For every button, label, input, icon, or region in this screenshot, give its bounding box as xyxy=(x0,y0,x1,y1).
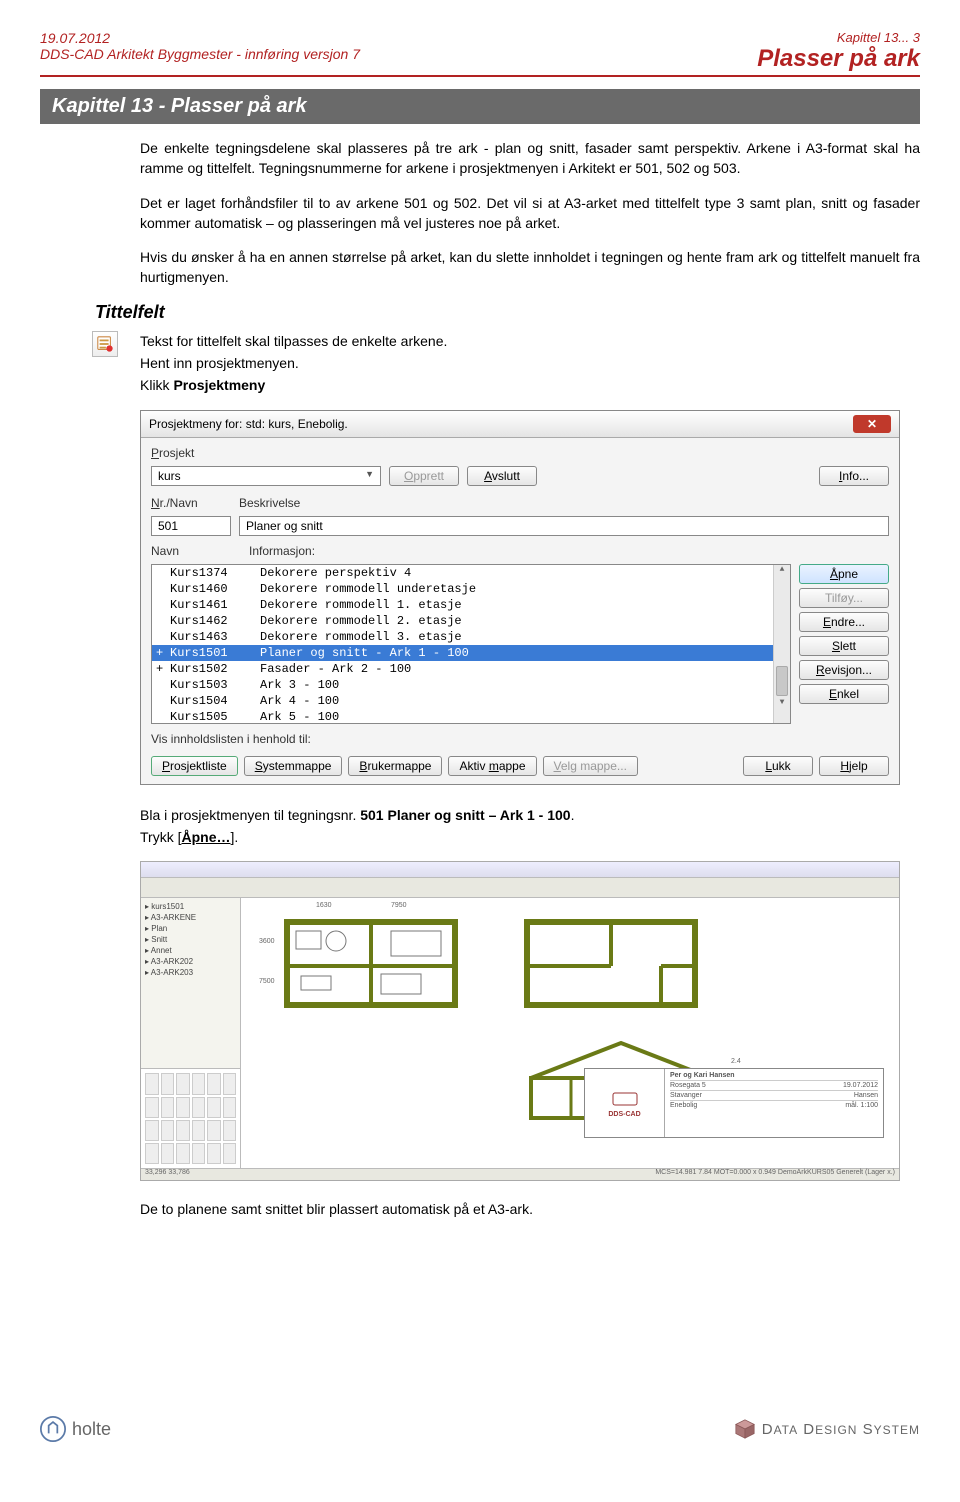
tittelfelt-p1: Tekst for tittelfelt skal tilpasses de e… xyxy=(140,331,920,351)
label-beskrivelse: Beskrivelse xyxy=(239,496,300,510)
after-dialog-p2: Trykk [Åpne…]. xyxy=(140,827,920,847)
tree-item: ▸ A3-ARKENE xyxy=(145,913,236,922)
brukermappe-button[interactable]: Brukermappe xyxy=(348,756,442,776)
dds-logo-icon xyxy=(734,1418,756,1440)
label-navn: Navn xyxy=(151,544,241,558)
list-item[interactable]: +Kurs1502Fasader - Ark 2 - 100 xyxy=(152,661,790,677)
nr-field[interactable]: 501 xyxy=(151,516,231,536)
endre-button[interactable]: Endre... xyxy=(799,612,889,632)
floor-plan-2 xyxy=(521,916,701,1011)
dim-w1: 1630 xyxy=(316,902,332,909)
systemmappe-button[interactable]: Systemmappe xyxy=(244,756,343,776)
tree-item: ▸ kurs1501 xyxy=(145,902,236,911)
list-item[interactable]: Kurs1505Ark 5 - 100 xyxy=(152,709,790,724)
cad-statusbar: 33,296 33,786 MCS=14.981 7.84 MOT=0.000 … xyxy=(141,1168,899,1180)
list-item[interactable]: Kurs1460Dekorere rommodell underetasje xyxy=(152,581,790,597)
close-icon[interactable]: ✕ xyxy=(853,415,891,433)
tree-item: ▸ A3-ARK202 xyxy=(145,957,236,966)
revisjon-button[interactable]: Revisjon... xyxy=(799,660,889,680)
file-listbox[interactable]: Kurs1374Dekorere perspektiv 4Kurs1460Dek… xyxy=(151,564,791,724)
enkel-button[interactable]: Enkel xyxy=(799,684,889,704)
tree-item: ▸ A3-ARK203 xyxy=(145,968,236,977)
list-item[interactable]: Kurs1503Ark 3 - 100 xyxy=(152,677,790,693)
after-dialog-p1: Bla i prosjektmenyen til tegningsnr. 501… xyxy=(140,805,920,825)
label-nr-navn: Nr./Navn xyxy=(151,496,231,510)
apne-button[interactable]: Åpne xyxy=(799,564,889,584)
cad-screenshot: ▸ kurs1501 ▸ A3-ARKENE ▸ Plan ▸ Snitt ▸ Anne… xyxy=(140,861,900,1181)
chevron-down-icon: ▼ xyxy=(365,469,374,483)
list-item[interactable]: Kurs1463Dekorere rommodell 3. etasje xyxy=(152,629,790,645)
header-rule xyxy=(40,75,920,77)
intro-para-3: Hvis du ønsker å ha en annen størrelse p… xyxy=(140,247,920,288)
list-item[interactable]: +Kurs1501Planer og snitt - Ark 1 - 100 xyxy=(152,645,790,661)
scrollbar[interactable]: ▲ ▼ xyxy=(773,565,790,723)
section-heading: Kapittel 13 - Plasser på ark xyxy=(40,89,920,124)
label-prosjekt: Prosjekt xyxy=(151,446,211,460)
slett-button[interactable]: Slett xyxy=(799,636,889,656)
info-button[interactable]: Info... xyxy=(819,466,889,486)
tree-item: ▸ Plan xyxy=(145,924,236,933)
tilfoy-button[interactable]: Tilføy... xyxy=(799,588,889,608)
header-product: DDS-CAD Arkitekt Byggmester - innføring … xyxy=(40,46,360,62)
dialog-title: Prosjektmeny for: std: kurs, Enebolig. xyxy=(149,417,348,431)
cad-titlebar xyxy=(141,862,899,878)
closing-para: De to planene samt snittet blir plassert… xyxy=(140,1199,920,1219)
list-item[interactable]: Kurs1462Dekorere rommodell 2. etasje xyxy=(152,613,790,629)
prosjekt-dropdown[interactable]: kurs▼ xyxy=(151,466,381,486)
header-chapter-ref: Kapittel 13... 3 xyxy=(757,30,920,45)
footer-holte-text: holte xyxy=(72,1419,111,1440)
cad-toolbar xyxy=(141,878,899,898)
tree-item: ▸ Snitt xyxy=(145,935,236,944)
hjelp-button[interactable]: Hjelp xyxy=(819,756,889,776)
dim-w2: 7950 xyxy=(391,902,407,909)
prosjektliste-button[interactable]: Prosjektliste xyxy=(151,756,238,776)
velgmappe-button[interactable]: Velg mappe... xyxy=(543,756,638,776)
intro-para-1: De enkelte tegningsdelene skal plasseres… xyxy=(140,138,920,179)
intro-para-2: Det er laget forhåndsfiler til to av ark… xyxy=(140,193,920,234)
list-item[interactable]: Kurs1461Dekorere rommodell 1. etasje xyxy=(152,597,790,613)
tittelfelt-p2: Hent inn prosjektmenyen. xyxy=(140,353,920,373)
prosjektmeny-icon xyxy=(92,331,118,357)
avslutt-button[interactable]: Avslutt xyxy=(467,466,537,486)
page-title: Plasser på ark xyxy=(757,45,920,73)
dim-section-h1: 2.4 xyxy=(731,1058,741,1065)
cad-palette xyxy=(141,1068,241,1168)
tittelfelt-p3: Klikk Prosjektmeny xyxy=(140,375,920,395)
aktivmappe-button[interactable]: Aktiv mappe xyxy=(448,756,536,776)
holte-logo-icon xyxy=(40,1416,66,1442)
list-item[interactable]: Kurs1374Dekorere perspektiv 4 xyxy=(152,565,790,581)
drawing-titleblock: DDS-CAD Per og Kari Hansen Rosegata 519.… xyxy=(584,1068,884,1138)
dim-h1: 3600 xyxy=(259,938,275,945)
prosjektmeny-dialog: Prosjektmeny for: std: kurs, Enebolig. ✕… xyxy=(140,410,900,785)
footer-dds-text: DATA DESIGN SYSTEM xyxy=(762,1421,920,1438)
lukk-button[interactable]: Lukk xyxy=(743,756,813,776)
opprett-button[interactable]: Opprett xyxy=(389,466,459,486)
header-date: 19.07.2012 xyxy=(40,30,360,46)
floor-plan-1 xyxy=(281,916,461,1011)
cad-canvas: 1630 7950 3600 7500 xyxy=(241,898,899,1168)
dim-h2: 7500 xyxy=(259,978,275,985)
tree-item: ▸ Annet xyxy=(145,946,236,955)
sub-heading-tittelfelt: Tittelfelt xyxy=(95,302,920,323)
label-vis: Vis innholdslisten i henhold til: xyxy=(151,732,889,746)
list-item[interactable]: Kurs1504Ark 4 - 100 xyxy=(152,693,790,709)
label-informasjon: Informasjon: xyxy=(249,544,315,558)
beskrivelse-field[interactable]: Planer og snitt xyxy=(239,516,889,536)
page-footer: holte DATA DESIGN SYSTEM xyxy=(0,1416,960,1442)
